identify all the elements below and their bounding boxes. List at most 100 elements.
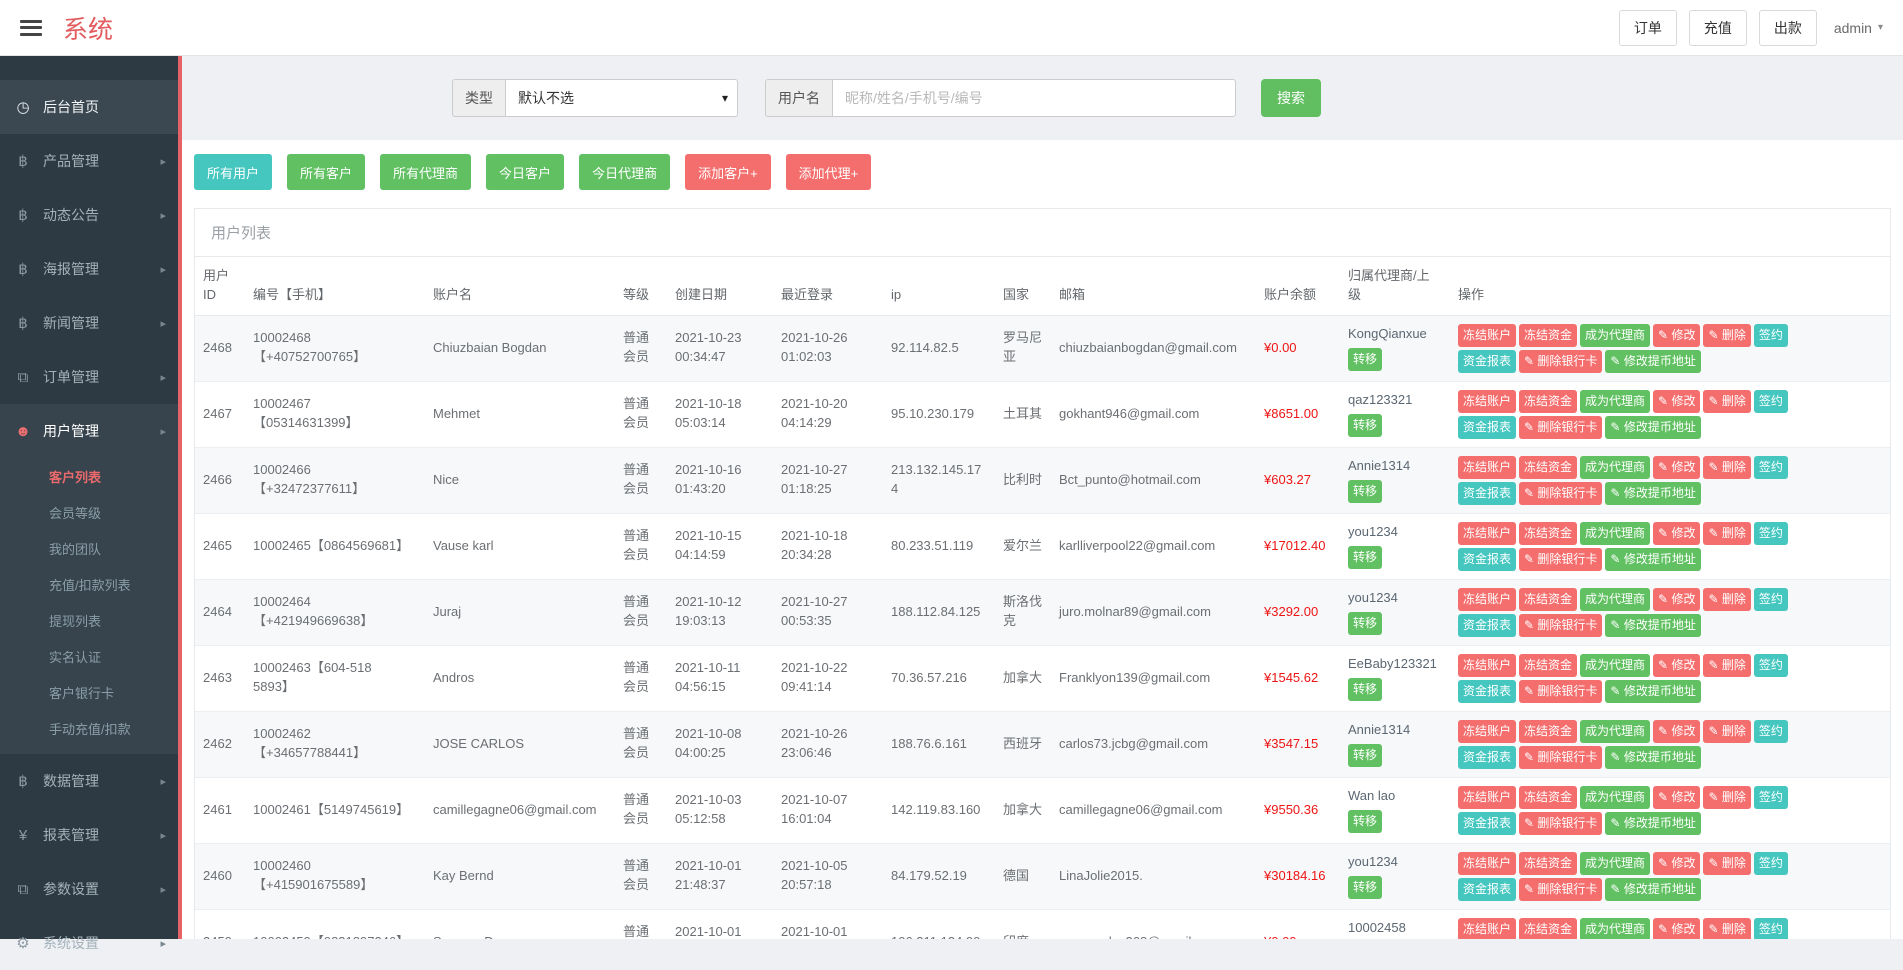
topnav-recharge-button[interactable]: 充值 bbox=[1689, 10, 1747, 46]
funds-report-button[interactable]: 资金报表 bbox=[1458, 416, 1516, 439]
sidebar-subitem-member-level[interactable]: 会员等级 bbox=[0, 494, 178, 530]
edit-withdraw-address-button[interactable]: ✎ 修改提币地址 bbox=[1605, 416, 1700, 439]
freeze-funds-button[interactable]: 冻结资金 bbox=[1519, 918, 1577, 939]
delete-bankcard-button[interactable]: ✎ 删除银行卡 bbox=[1519, 482, 1602, 505]
sidebar-item-news[interactable]: ฿新闻管理▸ bbox=[0, 296, 178, 350]
delete-button[interactable]: ✎ 删除 bbox=[1703, 390, 1750, 413]
sidebar-item-posters[interactable]: ฿海报管理▸ bbox=[0, 242, 178, 296]
sidebar-subitem-customer-bankcard[interactable]: 客户银行卡 bbox=[0, 674, 178, 710]
edit-withdraw-address-button[interactable]: ✎ 修改提币地址 bbox=[1605, 878, 1700, 901]
quick-button-all-customers[interactable]: 所有客户 bbox=[287, 154, 365, 190]
delete-bankcard-button[interactable]: ✎ 删除银行卡 bbox=[1519, 746, 1602, 769]
delete-button[interactable]: ✎ 删除 bbox=[1703, 324, 1750, 347]
edit-button[interactable]: ✎ 修改 bbox=[1653, 918, 1700, 939]
quick-button-today-customers[interactable]: 今日客户 bbox=[486, 154, 564, 190]
funds-report-button[interactable]: 资金报表 bbox=[1458, 812, 1516, 835]
sidebar-subitem-manual-recharge-deduct[interactable]: 手动充值/扣款 bbox=[0, 710, 178, 746]
freeze-account-button[interactable]: 冻结账户 bbox=[1458, 522, 1516, 545]
become-agent-button[interactable]: 成为代理商 bbox=[1580, 720, 1650, 743]
freeze-account-button[interactable]: 冻结账户 bbox=[1458, 720, 1516, 743]
sidebar-item-products[interactable]: ฿产品管理▸ bbox=[0, 134, 178, 188]
transfer-button[interactable]: 转移 bbox=[1348, 480, 1382, 503]
delete-button[interactable]: ✎ 删除 bbox=[1703, 522, 1750, 545]
sign-button[interactable]: 签约 bbox=[1754, 390, 1788, 413]
delete-bankcard-button[interactable]: ✎ 删除银行卡 bbox=[1519, 548, 1602, 571]
freeze-funds-button[interactable]: 冻结资金 bbox=[1519, 786, 1577, 809]
delete-button[interactable]: ✎ 删除 bbox=[1703, 456, 1750, 479]
quick-button-add-customer[interactable]: 添加客户+ bbox=[685, 154, 771, 190]
become-agent-button[interactable]: 成为代理商 bbox=[1580, 852, 1650, 875]
transfer-button[interactable]: 转移 bbox=[1348, 744, 1382, 767]
sign-button[interactable]: 签约 bbox=[1754, 720, 1788, 743]
sidebar-item-home[interactable]: ◷后台首页 bbox=[0, 80, 178, 134]
freeze-funds-button[interactable]: 冻结资金 bbox=[1519, 852, 1577, 875]
funds-report-button[interactable]: 资金报表 bbox=[1458, 482, 1516, 505]
funds-report-button[interactable]: 资金报表 bbox=[1458, 614, 1516, 637]
quick-button-all-users[interactable]: 所有用户 bbox=[194, 154, 272, 190]
sidebar-item-system[interactable]: ⚙系统设置▸ bbox=[0, 916, 178, 970]
transfer-button[interactable]: 转移 bbox=[1348, 678, 1382, 701]
sidebar-item-users[interactable]: ☻用户管理▸ bbox=[0, 404, 178, 458]
freeze-funds-button[interactable]: 冻结资金 bbox=[1519, 324, 1577, 347]
quick-button-add-agent[interactable]: 添加代理+ bbox=[786, 154, 872, 190]
sidebar-item-reports[interactable]: ¥报表管理▸ bbox=[0, 808, 178, 862]
become-agent-button[interactable]: 成为代理商 bbox=[1580, 390, 1650, 413]
sidebar-subitem-customer-list[interactable]: 客户列表 bbox=[0, 458, 178, 494]
edit-button[interactable]: ✎ 修改 bbox=[1653, 456, 1700, 479]
become-agent-button[interactable]: 成为代理商 bbox=[1580, 324, 1650, 347]
edit-withdraw-address-button[interactable]: ✎ 修改提币地址 bbox=[1605, 746, 1700, 769]
delete-button[interactable]: ✎ 删除 bbox=[1703, 654, 1750, 677]
funds-report-button[interactable]: 资金报表 bbox=[1458, 746, 1516, 769]
delete-bankcard-button[interactable]: ✎ 删除银行卡 bbox=[1519, 614, 1602, 637]
freeze-account-button[interactable]: 冻结账户 bbox=[1458, 852, 1516, 875]
delete-button[interactable]: ✎ 删除 bbox=[1703, 852, 1750, 875]
transfer-button[interactable]: 转移 bbox=[1348, 546, 1382, 569]
topnav-payout-button[interactable]: 出款 bbox=[1759, 10, 1817, 46]
sidebar-subitem-recharge-deduct-list[interactable]: 充值/扣款列表 bbox=[0, 566, 178, 602]
edit-button[interactable]: ✎ 修改 bbox=[1653, 522, 1700, 545]
edit-button[interactable]: ✎ 修改 bbox=[1653, 324, 1700, 347]
delete-button[interactable]: ✎ 删除 bbox=[1703, 786, 1750, 809]
sign-button[interactable]: 签约 bbox=[1754, 522, 1788, 545]
delete-button[interactable]: ✎ 删除 bbox=[1703, 918, 1750, 939]
sidebar-item-announcements[interactable]: ฿动态公告▸ bbox=[0, 188, 178, 242]
freeze-account-button[interactable]: 冻结账户 bbox=[1458, 456, 1516, 479]
sign-button[interactable]: 签约 bbox=[1754, 324, 1788, 347]
freeze-funds-button[interactable]: 冻结资金 bbox=[1519, 522, 1577, 545]
quick-button-today-agents[interactable]: 今日代理商 bbox=[579, 154, 670, 190]
sidebar-item-params[interactable]: ⧉参数设置▸ bbox=[0, 862, 178, 916]
sidebar-item-orders[interactable]: ⧉订单管理▸ bbox=[0, 350, 178, 404]
edit-button[interactable]: ✎ 修改 bbox=[1653, 390, 1700, 413]
freeze-funds-button[interactable]: 冻结资金 bbox=[1519, 456, 1577, 479]
transfer-button[interactable]: 转移 bbox=[1348, 348, 1382, 371]
quick-button-all-agents[interactable]: 所有代理商 bbox=[380, 154, 471, 190]
edit-button[interactable]: ✎ 修改 bbox=[1653, 720, 1700, 743]
sign-button[interactable]: 签约 bbox=[1754, 786, 1788, 809]
edit-withdraw-address-button[interactable]: ✎ 修改提币地址 bbox=[1605, 482, 1700, 505]
become-agent-button[interactable]: 成为代理商 bbox=[1580, 654, 1650, 677]
sign-button[interactable]: 签约 bbox=[1754, 852, 1788, 875]
sidebar-subitem-my-team[interactable]: 我的团队 bbox=[0, 530, 178, 566]
delete-bankcard-button[interactable]: ✎ 删除银行卡 bbox=[1519, 416, 1602, 439]
sidebar-subitem-withdraw-list[interactable]: 提现列表 bbox=[0, 602, 178, 638]
funds-report-button[interactable]: 资金报表 bbox=[1458, 548, 1516, 571]
sign-button[interactable]: 签约 bbox=[1754, 918, 1788, 939]
menu-toggle-icon[interactable] bbox=[20, 20, 42, 36]
transfer-button[interactable]: 转移 bbox=[1348, 810, 1382, 833]
delete-bankcard-button[interactable]: ✎ 删除银行卡 bbox=[1519, 812, 1602, 835]
delete-button[interactable]: ✎ 删除 bbox=[1703, 720, 1750, 743]
edit-withdraw-address-button[interactable]: ✎ 修改提币地址 bbox=[1605, 350, 1700, 373]
freeze-funds-button[interactable]: 冻结资金 bbox=[1519, 390, 1577, 413]
freeze-funds-button[interactable]: 冻结资金 bbox=[1519, 588, 1577, 611]
edit-withdraw-address-button[interactable]: ✎ 修改提币地址 bbox=[1605, 812, 1700, 835]
become-agent-button[interactable]: 成为代理商 bbox=[1580, 456, 1650, 479]
delete-button[interactable]: ✎ 删除 bbox=[1703, 588, 1750, 611]
search-button[interactable]: 搜索 bbox=[1261, 79, 1321, 117]
edit-button[interactable]: ✎ 修改 bbox=[1653, 588, 1700, 611]
funds-report-button[interactable]: 资金报表 bbox=[1458, 878, 1516, 901]
become-agent-button[interactable]: 成为代理商 bbox=[1580, 918, 1650, 939]
sidebar-subitem-realname-auth[interactable]: 实名认证 bbox=[0, 638, 178, 674]
transfer-button[interactable]: 转移 bbox=[1348, 612, 1382, 635]
freeze-funds-button[interactable]: 冻结资金 bbox=[1519, 654, 1577, 677]
freeze-account-button[interactable]: 冻结账户 bbox=[1458, 918, 1516, 939]
